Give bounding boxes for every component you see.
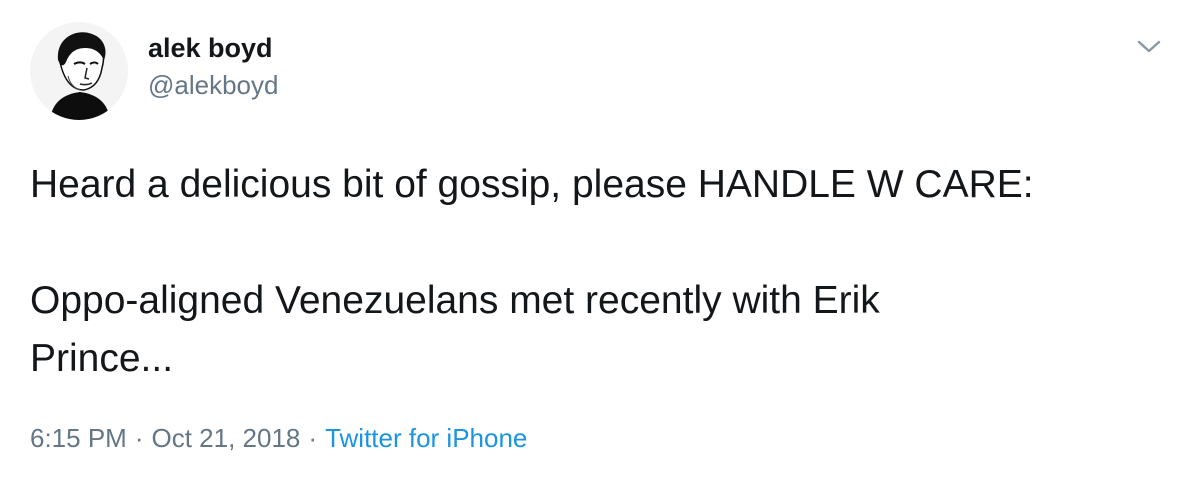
tweet-text: Heard a delicious bit of gossip, please … bbox=[30, 163, 1034, 380]
separator: · bbox=[134, 423, 144, 453]
avatar[interactable] bbox=[30, 22, 128, 120]
tweet-metadata: 6:15 PM · Oct 21, 2018 · Twitter for iPhone bbox=[30, 420, 527, 456]
tweet-date[interactable]: Oct 21, 2018 bbox=[152, 423, 301, 453]
tweet-time[interactable]: 6:15 PM bbox=[30, 423, 127, 453]
display-name[interactable]: alek boyd bbox=[148, 30, 278, 66]
author-info: alek boyd @alekboyd bbox=[148, 30, 278, 102]
tweet-menu-button[interactable] bbox=[1136, 36, 1162, 58]
profile-photo-icon bbox=[30, 22, 128, 120]
separator: · bbox=[308, 423, 318, 453]
tweet-card: alek boyd @alekboyd Heard a delicious bi… bbox=[0, 0, 1192, 484]
user-handle[interactable]: @alekboyd bbox=[148, 68, 278, 102]
tweet-source-link[interactable]: Twitter for iPhone bbox=[325, 423, 527, 453]
chevron-down-icon bbox=[1137, 40, 1161, 53]
